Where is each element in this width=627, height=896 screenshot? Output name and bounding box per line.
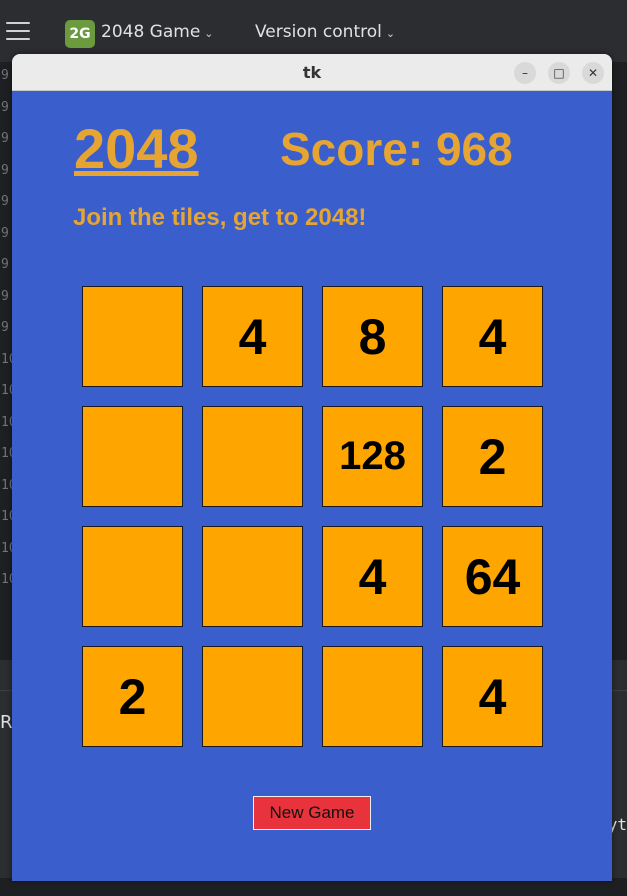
tile: 128 <box>322 406 423 507</box>
tile: 4 <box>322 526 423 627</box>
line-number: 9 <box>1 225 9 241</box>
tile <box>322 646 423 747</box>
tile <box>82 286 183 387</box>
tile: 2 <box>442 406 543 507</box>
chevron-down-icon: ⌄ <box>204 27 214 40</box>
line-number: 9 <box>1 99 9 115</box>
maximize-button[interactable]: □ <box>548 62 570 84</box>
tile: 4 <box>442 646 543 747</box>
new-game-button[interactable]: New Game <box>253 796 371 830</box>
version-control-menu[interactable]: Version control ⌄ <box>255 22 395 42</box>
game-title[interactable]: 2048 <box>74 116 199 181</box>
ide-toolbar: 2G 2048 Game ⌄ Version control ⌄ <box>0 0 627 62</box>
tk-window: tk – □ ✕ 2048 Score: 968 Join the tiles,… <box>12 54 612 881</box>
tile <box>202 646 303 747</box>
editor-gutter: 9 9 9 9 9 9 9 9 9 10 10 10 10 10 10 10 10 <box>0 62 17 662</box>
tile: 64 <box>442 526 543 627</box>
minimize-button[interactable]: – <box>514 62 536 84</box>
subtitle: Join the tiles, get to 2048! <box>73 204 367 231</box>
line-number: 9 <box>1 288 9 304</box>
tile <box>82 526 183 627</box>
main-menu-icon[interactable] <box>6 22 30 44</box>
line-number: 9 <box>1 68 9 83</box>
line-number: 9 <box>1 320 9 335</box>
line-number: 9 <box>1 162 9 178</box>
version-control-label: Version control <box>255 22 382 42</box>
project-name: 2048 Game <box>101 22 201 42</box>
chevron-down-icon: ⌄ <box>385 27 396 40</box>
project-badge: 2G <box>65 20 95 48</box>
tile <box>202 526 303 627</box>
line-number: 9 <box>1 131 9 146</box>
tile: 2 <box>82 646 183 747</box>
score-label: Score: 968 <box>280 123 513 175</box>
line-number: 9 <box>1 257 9 272</box>
tile <box>202 406 303 507</box>
window-titlebar[interactable]: tk – □ ✕ <box>12 54 612 91</box>
close-button[interactable]: ✕ <box>582 62 604 84</box>
tile <box>82 406 183 507</box>
line-number: 9 <box>1 194 9 209</box>
project-selector[interactable]: 2048 Game ⌄ <box>101 22 214 42</box>
tile: 4 <box>202 286 303 387</box>
tile: 4 <box>442 286 543 387</box>
tile: 8 <box>322 286 423 387</box>
